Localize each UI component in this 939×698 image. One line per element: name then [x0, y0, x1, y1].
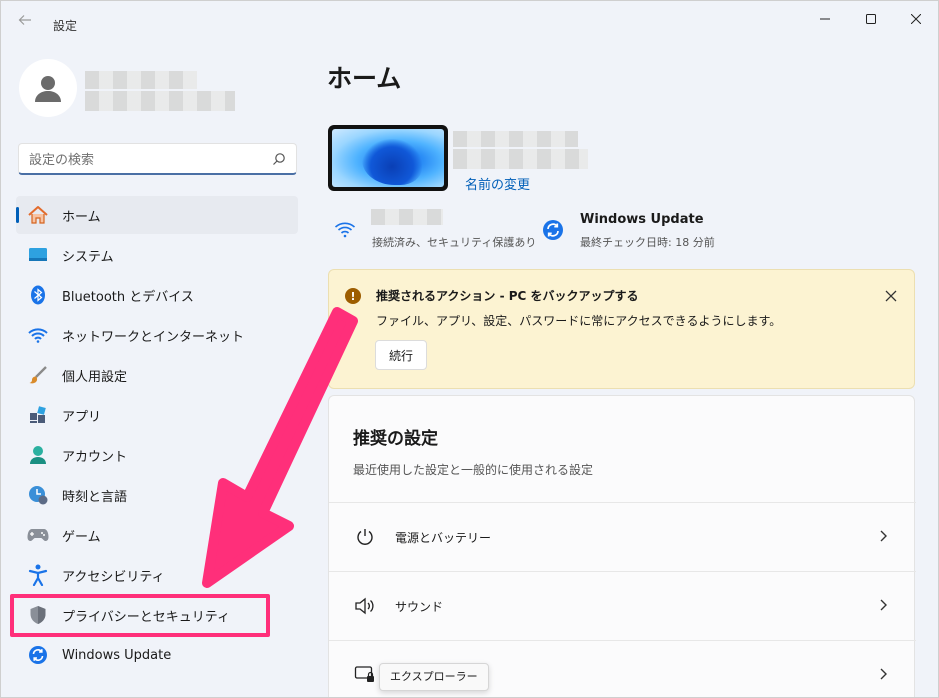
user-icon	[35, 76, 61, 102]
page-title: ホーム	[327, 64, 402, 93]
back-button[interactable]	[13, 11, 37, 33]
sidebar-item-system[interactable]: システム	[16, 236, 298, 274]
chevron-right-icon	[875, 666, 891, 682]
sidebar-item-apps[interactable]: アプリ	[16, 396, 298, 434]
brush-icon	[27, 364, 49, 386]
user-avatar[interactable]	[19, 59, 77, 117]
arrow-left-icon	[18, 15, 31, 25]
windows-update-title[interactable]: Windows Update	[580, 212, 704, 227]
speaker-icon	[353, 594, 377, 618]
sidebar-item-label: アクセシビリティ	[62, 569, 165, 585]
card-title: 推奨の設定	[353, 429, 438, 449]
sidebar-item-personalization[interactable]: 個人用設定	[16, 356, 298, 394]
banner-title: 推奨されるアクション - PC をバックアップする	[376, 289, 639, 303]
device-name-redacted	[453, 131, 578, 147]
sidebar-item-home[interactable]: ホーム	[16, 196, 298, 234]
window-title: 設定	[53, 19, 78, 33]
device-thumbnail	[328, 125, 448, 191]
sidebar-item-label: Windows Update	[62, 647, 172, 663]
minimize-button[interactable]	[803, 7, 847, 31]
tooltip: エクスプローラー	[379, 663, 489, 691]
time-language-icon	[27, 484, 49, 506]
sidebar-item-label: 時刻と言語	[62, 489, 128, 505]
sidebar-item-label: 個人用設定	[62, 369, 128, 385]
minimize-icon	[820, 18, 830, 20]
close-button[interactable]	[894, 7, 938, 31]
chevron-right-icon	[875, 597, 891, 613]
windows-update-icon	[27, 644, 49, 666]
sidebar-item-label: ネットワークとインターネット	[62, 329, 245, 345]
sidebar-item-label: ゲーム	[62, 529, 101, 545]
sidebar-item-label: アプリ	[62, 409, 102, 425]
search-icon	[273, 153, 285, 165]
sidebar-item-label: アカウント	[62, 449, 128, 465]
user-name-redacted	[85, 71, 197, 89]
banner-close-button[interactable]	[882, 287, 900, 305]
display-lock-icon	[353, 663, 377, 687]
sidebar-item-accessibility[interactable]: アクセシビリティ	[16, 556, 298, 594]
wallpaper-image	[332, 129, 444, 187]
bluetooth-icon	[27, 284, 49, 306]
maximize-button[interactable]	[849, 7, 893, 31]
settings-window: 設定 ホーム システム	[0, 0, 939, 698]
sidebar-item-accounts[interactable]: アカウント	[16, 436, 298, 474]
sidebar-item-label: システム	[62, 249, 114, 265]
network-name-redacted	[371, 209, 443, 225]
device-model-redacted	[453, 149, 588, 169]
accessibility-icon	[27, 564, 49, 586]
home-icon	[27, 204, 49, 226]
maximize-icon	[866, 14, 876, 24]
setting-row-label: 電源とバッテリー	[395, 531, 492, 545]
user-email-redacted	[85, 91, 235, 111]
wifi-icon	[334, 222, 356, 238]
warning-icon: !	[345, 288, 361, 304]
sidebar-item-gaming[interactable]: ゲーム	[16, 516, 298, 554]
recommended-action-banner: ! 推奨されるアクション - PC をバックアップする ファイル、アプリ、設定、…	[328, 269, 915, 389]
network-status: 接続済み、セキュリティ保護あり	[372, 236, 537, 249]
close-icon	[911, 14, 921, 24]
sidebar-item-bluetooth[interactable]: Bluetooth とデバイス	[16, 276, 298, 314]
apps-icon	[27, 404, 49, 426]
continue-button[interactable]: 続行	[375, 340, 427, 370]
sidebar-item-label: Bluetooth とデバイス	[62, 289, 194, 305]
setting-row-power[interactable]: 電源とバッテリー	[329, 503, 916, 570]
recommended-settings-card: 推奨の設定 最近使用した設定と一般的に使用される設定 電源とバッテリー サウンド	[328, 395, 916, 697]
rename-link[interactable]: 名前の変更	[465, 174, 530, 193]
annotation-highlight-box	[10, 594, 270, 637]
sidebar-item-label: ホーム	[62, 209, 101, 225]
account-icon	[27, 444, 49, 466]
card-subtitle: 最近使用した設定と一般的に使用される設定	[353, 463, 594, 477]
sidebar-item-network[interactable]: ネットワークとインターネット	[16, 316, 298, 354]
power-icon	[353, 525, 377, 549]
windows-update-last-checked: 最終チェック日時: 18 分前	[580, 236, 715, 249]
windows-update-status-icon	[543, 220, 563, 240]
search-input[interactable]	[29, 150, 259, 170]
sidebar-item-time-language[interactable]: 時刻と言語	[16, 476, 298, 514]
sidebar-item-windows-update[interactable]: Windows Update	[16, 636, 298, 674]
setting-row-label: サウンド	[395, 600, 444, 614]
search-box[interactable]	[18, 143, 297, 175]
gamepad-icon	[27, 524, 49, 546]
chevron-right-icon	[875, 528, 891, 544]
title-bar: 設定	[1, 1, 938, 41]
system-icon	[27, 244, 49, 266]
setting-row-sound[interactable]: サウンド	[329, 572, 916, 639]
network-icon	[27, 324, 49, 346]
banner-description: ファイル、アプリ、設定、パスワードに常にアクセスできるようにします。	[376, 314, 782, 328]
close-icon	[885, 290, 897, 302]
